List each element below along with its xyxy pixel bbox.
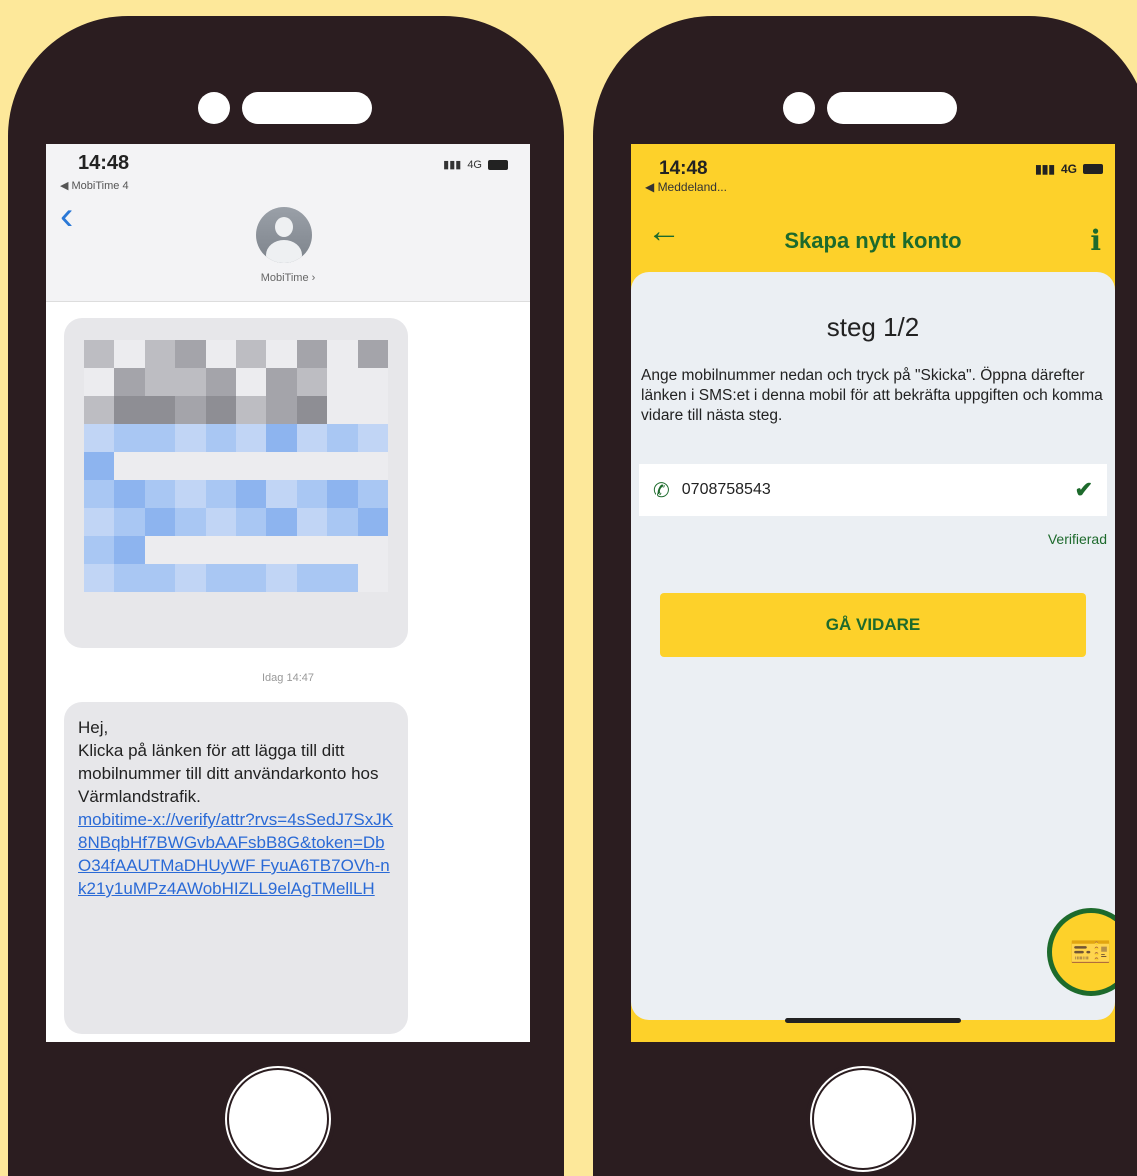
contact-name[interactable]: MobiTime › [46, 272, 530, 284]
phone-icon: ✆ [653, 479, 670, 502]
app-screen: 14:48 ◀ Meddeland... ▮▮▮ 4G ← Skapa nytt… [631, 144, 1115, 1042]
contact-avatar[interactable] [256, 207, 312, 263]
ticket-icon: 🎫 [1069, 933, 1113, 971]
back-chevron-icon[interactable]: ‹ [60, 196, 73, 236]
battery-icon [1083, 164, 1103, 174]
back-to-app-link[interactable]: ◀ Meddeland... [645, 180, 727, 194]
battery-icon [488, 159, 508, 170]
speaker-slot [827, 92, 957, 124]
sms-message-bubble: Hej, Klicka på länken för att lägga till… [64, 702, 408, 1034]
info-icon[interactable]: i [1090, 224, 1101, 257]
continue-button[interactable]: GÅ VIDARE [660, 593, 1086, 657]
message-body: Klicka på länken för att lägga till ditt… [78, 741, 379, 806]
sms-screen: 14:48 ◀ MobiTime 4 ▮▮▮ 4G ‹ MobiTime › I… [46, 144, 530, 1042]
check-icon: ✔ [1074, 477, 1093, 502]
verify-link[interactable]: mobitime-x://verify/attr?rvs=4sSedJ7SxJK… [78, 808, 394, 900]
message-greeting: Hej, [78, 718, 109, 737]
page-title: Skapa nytt konto [784, 228, 962, 253]
blurred-message-bubble [64, 318, 408, 648]
camera-dot [783, 92, 815, 124]
signal-icon: ▮▮▮ [443, 159, 462, 171]
camera-dot [198, 92, 230, 124]
status-time: 14:48 [78, 152, 130, 174]
pixelated-content [84, 340, 388, 592]
message-timestamp: Idag 14:47 [262, 672, 314, 684]
home-indicator[interactable] [785, 1018, 961, 1023]
ticket-fab-button[interactable]: 🎫 [1047, 908, 1115, 996]
status-bar-right: ▮▮▮ 4G [1035, 162, 1103, 176]
back-to-app-link[interactable]: ◀ MobiTime 4 [60, 179, 129, 192]
phone-frame-left: 14:48 ◀ MobiTime 4 ▮▮▮ 4G ‹ MobiTime › I… [8, 16, 564, 1176]
instructions-text: Ange mobilnummer nedan och tryck på "Ski… [641, 367, 1103, 424]
step-indicator: steg 1/2 [826, 312, 920, 342]
network-label: 4G [1060, 162, 1077, 176]
home-button[interactable] [221, 1062, 335, 1176]
verified-label: Verifierad [1047, 531, 1107, 547]
status-bar-right: ▮▮▮ 4G [443, 158, 508, 171]
home-button[interactable] [806, 1062, 920, 1176]
phone-number-field[interactable]: ✆ 0708758543 ✔ [639, 464, 1107, 516]
signal-icon: ▮▮▮ [1035, 162, 1055, 176]
network-label: 4G [467, 158, 482, 171]
phone-number-value[interactable]: 0708758543 [682, 481, 1075, 499]
speaker-slot [242, 92, 372, 124]
phone-frame-right: 14:48 ◀ Meddeland... ▮▮▮ 4G ← Skapa nytt… [593, 16, 1137, 1176]
status-time: 14:48 [659, 158, 708, 179]
sms-header: 14:48 ◀ MobiTime 4 ▮▮▮ 4G ‹ MobiTime › [46, 144, 530, 302]
content-card: steg 1/2 Ange mobilnummer nedan och tryc… [631, 272, 1115, 1020]
